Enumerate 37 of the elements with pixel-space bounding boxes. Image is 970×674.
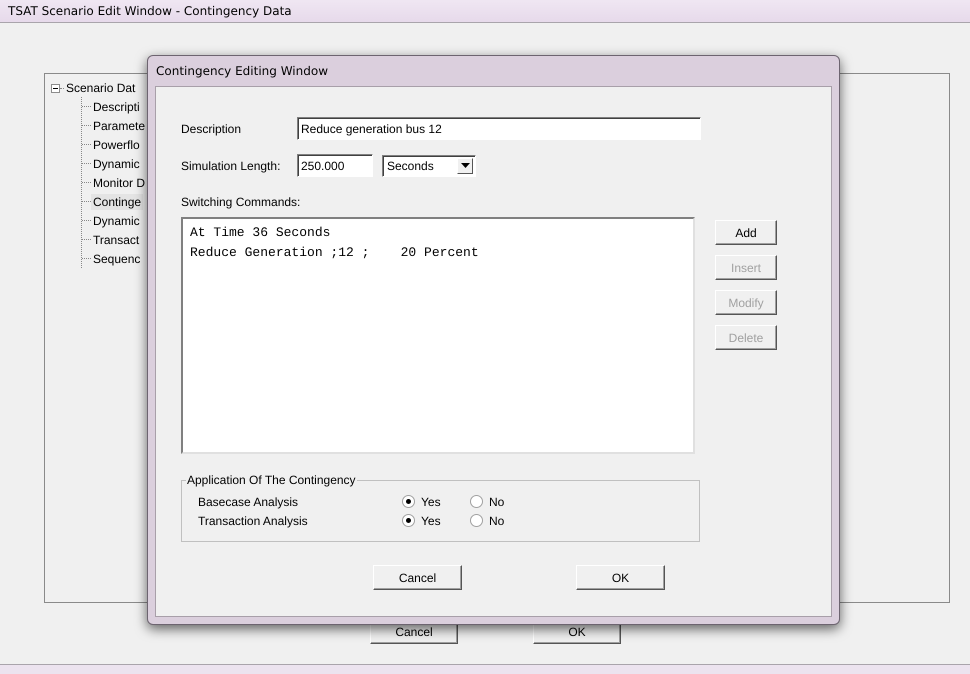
commands-list[interactable]: At Time 36 Seconds Reduce Generation ;12 ; 20 Percent [181, 217, 695, 454]
tree-item[interactable]: Powerflo [91, 136, 142, 152]
radio-button[interactable] [402, 514, 415, 527]
radio-button[interactable] [470, 495, 483, 508]
dropdown-arrow-icon [460, 163, 470, 168]
command-line: Reduce Generation ;12 ; 20 Percent [190, 244, 480, 262]
radio-label[interactable]: No [489, 494, 504, 508]
dialog-title: Contingency Editing Window [156, 64, 328, 78]
side-button[interactable]: Add [715, 220, 777, 245]
field-label: Description [181, 122, 242, 136]
window-title: TSAT Scenario Edit Window - Contingency Data [8, 4, 292, 18]
tree-item[interactable]: Continge [91, 194, 144, 210]
ok-button[interactable]: OK [576, 565, 665, 590]
tree-item[interactable]: Dynamic [91, 156, 142, 172]
collapse-icon[interactable] [51, 84, 60, 92]
unit-dropdown[interactable]: Seconds [382, 154, 476, 176]
tree-item[interactable]: Monitor D [91, 174, 148, 190]
tree-item[interactable]: Descripti [91, 98, 142, 114]
length-field[interactable]: 250.000 [297, 154, 373, 177]
radio-label[interactable]: Yes [421, 494, 441, 508]
radio-button[interactable] [470, 514, 483, 527]
tree-item[interactable]: Transact [91, 232, 142, 248]
tree-item[interactable]: Dynamic [91, 212, 142, 228]
cancel-button[interactable]: Cancel [373, 565, 462, 590]
option-label: Basecase Analysis [198, 494, 300, 508]
radio-label[interactable]: Yes [421, 514, 441, 528]
command-line: At Time 36 Seconds [190, 224, 332, 242]
description-field[interactable]: Reduce generation bus 12 [297, 117, 701, 140]
section-label: Switching Commands: [181, 195, 302, 209]
tree-item[interactable]: Scenario Dat [64, 80, 138, 96]
option-label: Transaction Analysis [198, 514, 309, 528]
field-label: Simulation Length: [181, 158, 282, 172]
tree-item[interactable]: Sequenc [91, 250, 142, 266]
radio-button[interactable] [402, 495, 415, 508]
tree-item[interactable]: Paramete [91, 118, 148, 134]
group-title: Application Of The Contingency [186, 473, 357, 487]
radio-label[interactable]: No [489, 514, 504, 528]
